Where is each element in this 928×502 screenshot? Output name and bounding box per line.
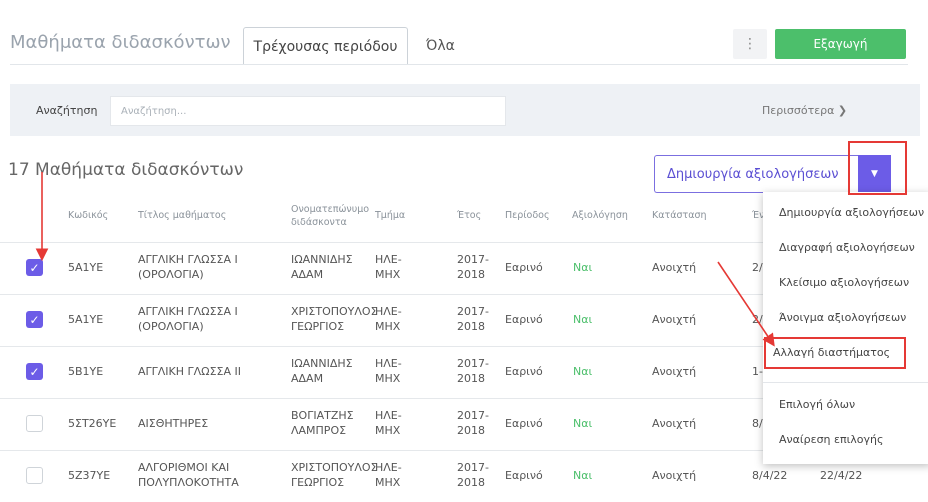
annotation-arrow-menu-item (717, 261, 775, 347)
annotation-arrows (35, 172, 775, 347)
